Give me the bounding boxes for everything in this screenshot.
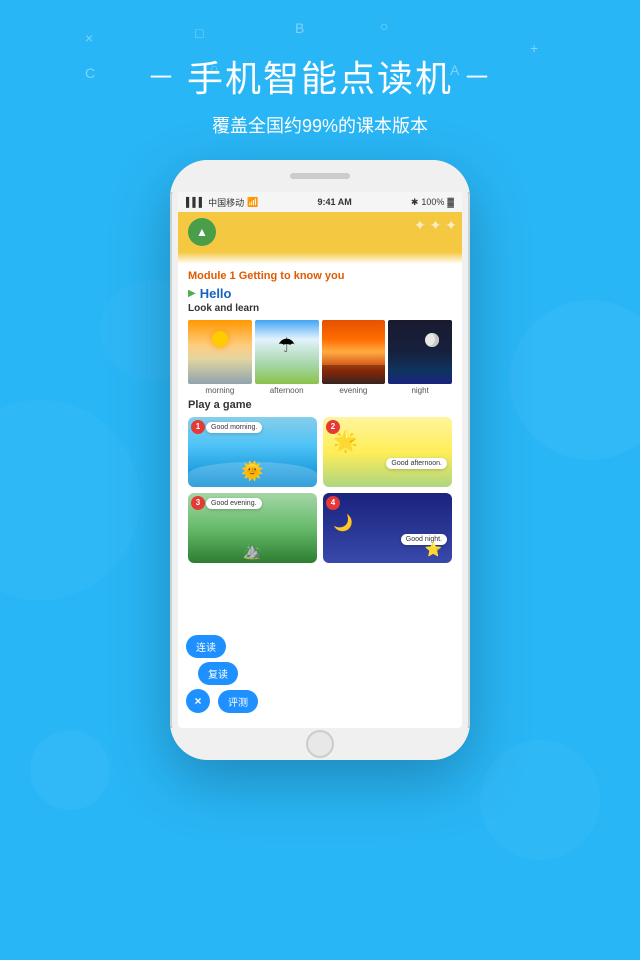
sun-cartoon-2: 🌟 xyxy=(333,429,358,454)
bg-blob-bottom-left xyxy=(30,730,110,810)
fu-du-button[interactable]: 复读 xyxy=(198,662,238,685)
close-button[interactable]: × xyxy=(186,689,210,713)
home-button[interactable] xyxy=(306,730,334,758)
module-title: Module 1 Getting to know you xyxy=(188,270,452,282)
battery-icon: ▓ xyxy=(447,197,454,207)
hill-icon: ⛰️ xyxy=(243,541,263,561)
status-bar: ▌▌▌ 中国移动 📶 9:41 AM ✱ 100% ▓ xyxy=(178,192,462,212)
status-right: ✱ 100% ▓ xyxy=(411,197,454,208)
image-cell-afternoon: ☂ afternoon xyxy=(255,320,319,395)
overlay-buttons-container: 连读 复读 × 评测 xyxy=(178,635,258,713)
game-num-4: 4 xyxy=(326,496,340,510)
game-cell-4: 4 Good night. 🌙 ⭐ xyxy=(323,493,452,563)
section-heading: ▶ Hello xyxy=(188,286,452,301)
morning-label: morning xyxy=(205,386,234,395)
status-time: 9:41 AM xyxy=(318,197,352,207)
moon-cartoon: 🌙 xyxy=(333,513,353,533)
subtitle-text: 覆盖全国约99%的课本版本 xyxy=(0,112,640,138)
hello-text: Hello xyxy=(200,286,232,301)
phone-mockup: ▌▌▌ 中国移动 📶 9:41 AM ✱ 100% ▓ ▲ ✦ ✦ ✦ xyxy=(170,160,470,760)
morning-sun xyxy=(212,331,228,347)
wave-divider xyxy=(178,252,462,264)
main-title: － 手机智能点读机 － xyxy=(0,50,640,102)
phone-speaker xyxy=(290,173,350,179)
game-num-3: 3 xyxy=(191,496,205,510)
header-stars: ✦ ✦ ✦ xyxy=(414,217,457,234)
bg-blob-right xyxy=(510,300,640,460)
play-icon[interactable]: ▶ xyxy=(188,288,196,299)
play-game-title: Play a game xyxy=(188,399,452,411)
bg-blob-left xyxy=(0,400,140,600)
phone-screen: ▌▌▌ 中国移动 📶 9:41 AM ✱ 100% ▓ ▲ ✦ ✦ ✦ xyxy=(178,192,462,728)
phone-bottom-area xyxy=(170,728,470,760)
speech-3: Good evening. xyxy=(206,498,262,509)
title-dash-right: － xyxy=(463,56,493,96)
morning-image xyxy=(188,320,252,384)
night-image xyxy=(388,320,452,384)
image-cell-night: night xyxy=(388,320,452,395)
phone-top-area xyxy=(170,160,470,192)
title-dash: － xyxy=(147,56,177,96)
carrier-name: 中国移动 xyxy=(208,196,244,209)
title-text: 手机智能点读机 xyxy=(187,50,453,102)
image-grid: morning ☂ afternoon evening xyxy=(188,320,452,395)
speech-2: Good afternoon. xyxy=(386,458,447,469)
app-header-section: － 手机智能点读机 － 覆盖全国约99%的课本版本 xyxy=(0,0,640,138)
lian-du-button[interactable]: 连读 xyxy=(186,635,226,658)
battery-text: 100% xyxy=(421,197,444,207)
status-left: ▌▌▌ 中国移动 📶 xyxy=(186,196,258,209)
signal-bars: ▌▌▌ xyxy=(186,197,205,207)
umbrella-icon: ☂ xyxy=(278,333,296,358)
app-top-bar: ▲ ✦ ✦ ✦ xyxy=(178,212,462,252)
phone-body: ▌▌▌ 中国移动 📶 9:41 AM ✱ 100% ▓ ▲ ✦ ✦ ✦ xyxy=(170,160,470,760)
game-cell-3: 3 Good evening. ⛰️ xyxy=(188,493,317,563)
sun-cartoon-1: 🌞 xyxy=(241,461,263,482)
game-grid: 1 Good morning. 🌞 2 Good afternoon. 🌟 xyxy=(188,417,452,563)
game-cell-2: 2 Good afternoon. 🌟 xyxy=(323,417,452,487)
afternoon-label: afternoon xyxy=(270,386,304,395)
star-cartoon: ⭐ xyxy=(425,541,442,558)
night-label: night xyxy=(411,386,428,395)
evening-label: evening xyxy=(339,386,367,395)
app-main-content: Module 1 Getting to know you ▶ Hello Loo… xyxy=(178,264,462,569)
logo-triangle: ▲ xyxy=(196,225,208,239)
game-num-1: 1 xyxy=(191,420,205,434)
bluetooth-icon: ✱ xyxy=(411,197,419,208)
moon-icon xyxy=(425,333,439,347)
game-cell-1: 1 Good morning. 🌞 xyxy=(188,417,317,487)
app-logo: ▲ xyxy=(188,218,216,246)
wifi-icon: 📶 xyxy=(247,197,258,208)
image-cell-morning: morning xyxy=(188,320,252,395)
image-cell-evening: evening xyxy=(322,320,386,395)
look-learn-label: Look and learn xyxy=(188,303,452,314)
afternoon-image: ☂ xyxy=(255,320,319,384)
evening-image xyxy=(322,320,386,384)
bg-blob-bottom-right xyxy=(480,740,600,860)
speech-1: Good morning. xyxy=(206,422,262,433)
ping-ce-button[interactable]: 评测 xyxy=(218,690,258,713)
